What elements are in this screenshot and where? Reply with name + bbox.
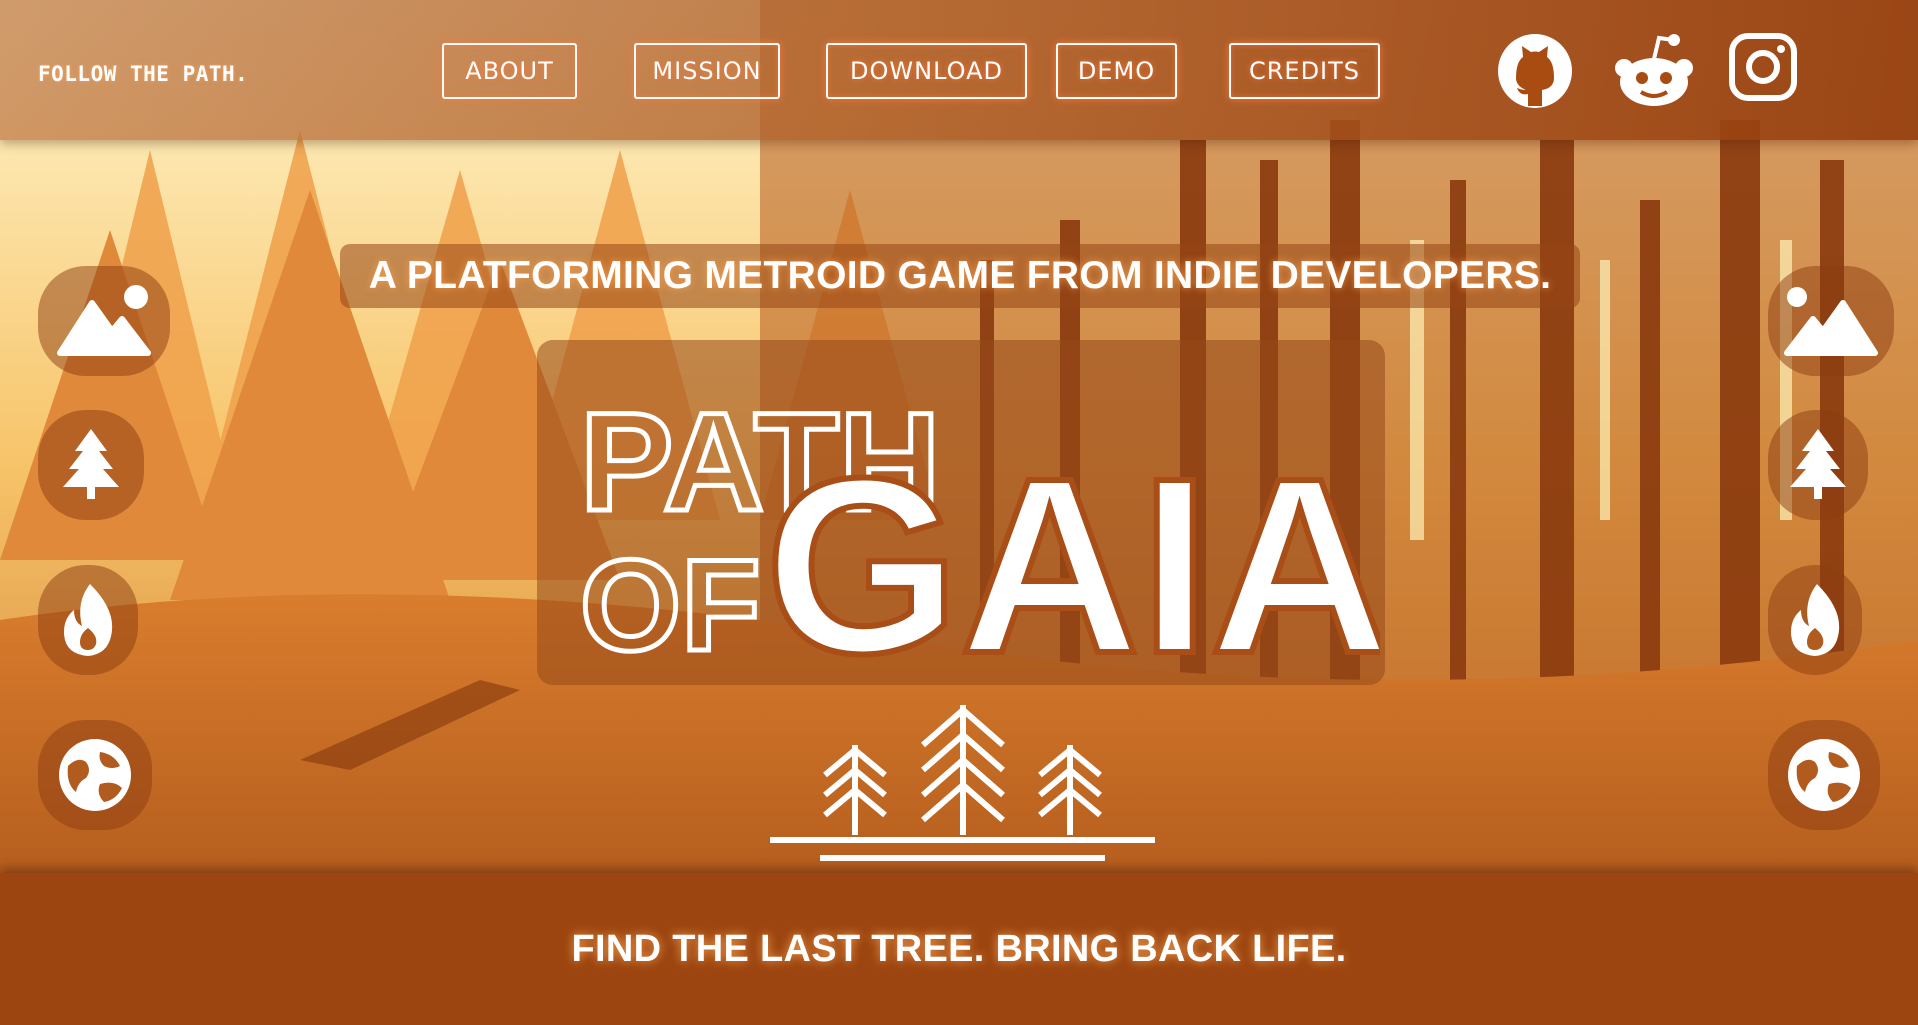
tree-icon — [63, 429, 119, 499]
fire-icon — [1791, 584, 1840, 656]
instagram-icon — [1729, 33, 1797, 101]
nav-mission-button[interactable]: MISSION — [634, 43, 780, 99]
nav-credits-button[interactable]: CREDITS — [1229, 43, 1380, 99]
game-logo: PATH OF GAIA — [578, 381, 1381, 681]
mountain-icon — [1784, 287, 1878, 356]
side-earth-button-left[interactable] — [38, 720, 152, 830]
hero-subtitle: A PLATFORMING METROID GAME FROM INDIE DE… — [340, 244, 1580, 308]
side-mountain-button-right[interactable] — [1768, 266, 1894, 376]
reddit-link[interactable] — [1612, 32, 1696, 110]
github-link[interactable] — [1496, 32, 1574, 110]
earth-icon — [1788, 739, 1860, 811]
side-earth-button-right[interactable] — [1768, 720, 1880, 830]
tree-icon — [1790, 429, 1846, 499]
nav-demo-button[interactable]: DEMO — [1056, 43, 1177, 99]
side-fire-button-left[interactable] — [38, 565, 138, 675]
side-mountain-button-left[interactable] — [38, 266, 170, 376]
side-fire-button-right[interactable] — [1768, 565, 1862, 675]
instagram-link[interactable] — [1728, 32, 1798, 110]
side-tree-button-left[interactable] — [38, 410, 144, 520]
fire-icon — [64, 584, 113, 656]
site-tagline: FOLLOW THE PATH. — [38, 62, 249, 86]
header-bar: FOLLOW THE PATH. ABOUT MISSION DOWNLOAD … — [0, 0, 1918, 140]
side-tree-button-right[interactable] — [1768, 410, 1868, 520]
earth-icon — [59, 739, 131, 811]
logo-gaia-text: GAIA — [765, 426, 1380, 680]
reddit-icon — [1615, 34, 1693, 106]
nav-download-button[interactable]: DOWNLOAD — [826, 43, 1027, 99]
logo-of-text: OF — [580, 532, 761, 678]
footer-slogan: FIND THE LAST TREE. BRING BACK LIFE. — [571, 927, 1347, 970]
trees-emblem-icon — [770, 705, 1155, 861]
github-icon — [1498, 34, 1572, 108]
footer-bar: FIND THE LAST TREE. BRING BACK LIFE. — [0, 873, 1918, 1025]
mountain-icon — [57, 285, 151, 356]
nav-about-button[interactable]: ABOUT — [442, 43, 577, 99]
